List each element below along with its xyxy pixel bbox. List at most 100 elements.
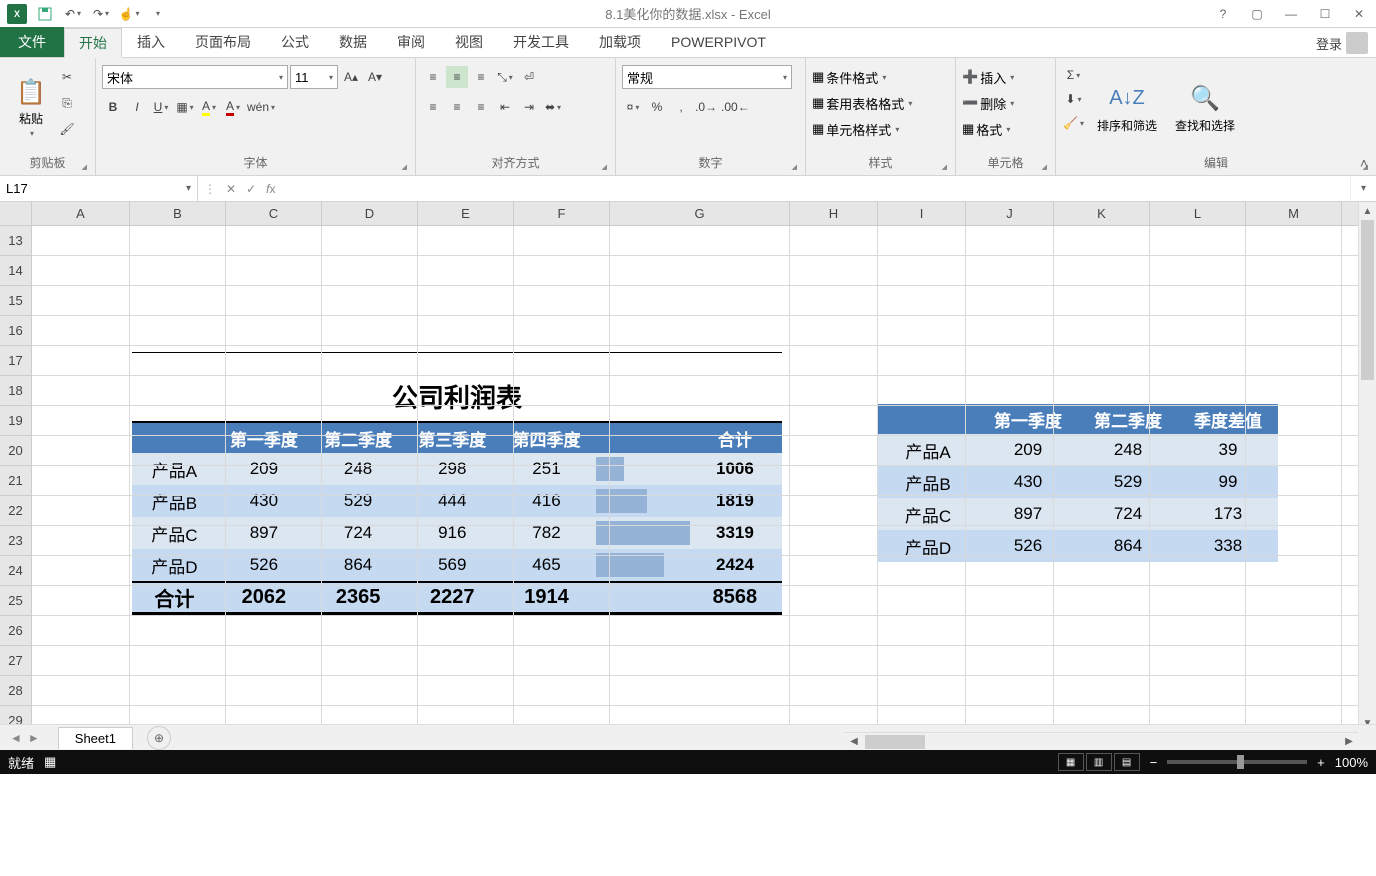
underline-button[interactable]: U▾: [150, 96, 172, 118]
align-bottom-button[interactable]: ≡: [470, 66, 492, 88]
row-header-27[interactable]: 27: [0, 646, 31, 676]
font-size-combo[interactable]: 11▾: [290, 65, 338, 89]
select-all-button[interactable]: [0, 202, 32, 226]
fill-button[interactable]: ⬇▾: [1062, 88, 1085, 110]
align-left-button[interactable]: ≡: [422, 96, 444, 118]
undo-button[interactable]: ↶▾: [60, 2, 86, 26]
zoom-thumb[interactable]: [1237, 755, 1244, 769]
row-header-18[interactable]: 18: [0, 376, 31, 406]
autosum-button[interactable]: Σ▾: [1062, 64, 1085, 86]
align-top-button[interactable]: ≡: [422, 66, 444, 88]
insert-cells-button[interactable]: ➕ 插入▾: [962, 64, 1049, 90]
add-sheet-button[interactable]: ⊕: [147, 726, 171, 750]
table-format-button[interactable]: ▦ 套用表格格式▾: [812, 90, 949, 116]
font-name-combo[interactable]: 宋体▾: [102, 65, 288, 89]
zoom-in-button[interactable]: +: [1317, 755, 1325, 770]
row-header-14[interactable]: 14: [0, 256, 31, 286]
row-header-23[interactable]: 23: [0, 526, 31, 556]
tab-powerpivot[interactable]: POWERPIVOT: [656, 27, 781, 57]
merge-button[interactable]: ⬌▾: [542, 96, 564, 118]
tab-insert[interactable]: 插入: [122, 27, 180, 57]
cancel-icon[interactable]: ✕: [226, 182, 236, 196]
close-button[interactable]: ✕: [1342, 0, 1376, 28]
percent-button[interactable]: %: [646, 96, 668, 118]
tab-layout[interactable]: 页面布局: [180, 27, 266, 57]
tab-formula[interactable]: 公式: [266, 27, 324, 57]
horizontal-scrollbar[interactable]: ◀ ▶: [845, 732, 1358, 750]
row-header-28[interactable]: 28: [0, 676, 31, 706]
delete-cells-button[interactable]: ➖ 删除▾: [962, 90, 1049, 116]
touch-mode-button[interactable]: ☝▾: [116, 2, 142, 26]
tab-view[interactable]: 视图: [440, 27, 498, 57]
vertical-scrollbar[interactable]: ▲ ▼: [1358, 202, 1376, 732]
normal-view-button[interactable]: ▦: [1058, 753, 1084, 771]
row-header-17[interactable]: 17: [0, 346, 31, 376]
column-headers[interactable]: ABCDEFGHIJKLM: [32, 202, 1358, 226]
col-header-B[interactable]: B: [130, 202, 226, 225]
qat-customize[interactable]: ▾: [144, 2, 170, 26]
row-header-20[interactable]: 20: [0, 436, 31, 466]
paste-button[interactable]: 📋 粘贴▾: [6, 62, 56, 152]
col-header-C[interactable]: C: [226, 202, 322, 225]
row-header-25[interactable]: 25: [0, 586, 31, 616]
phonetic-button[interactable]: wén▾: [246, 96, 276, 118]
comma-button[interactable]: ,: [670, 96, 692, 118]
clear-button[interactable]: 🧹▾: [1062, 112, 1085, 134]
italic-button[interactable]: I: [126, 96, 148, 118]
orientation-button[interactable]: ⤡▾: [494, 66, 516, 88]
border-button[interactable]: ▦▾: [174, 96, 196, 118]
scroll-up-button[interactable]: ▲: [1359, 202, 1376, 220]
col-header-E[interactable]: E: [418, 202, 514, 225]
inc-decimal-button[interactable]: .0→: [694, 96, 718, 118]
row-header-22[interactable]: 22: [0, 496, 31, 526]
cells-area[interactable]: 公司利润表 第一季度第二季度第三季度第四季度合计 产品A209248298251…: [32, 226, 1358, 732]
zoom-out-button[interactable]: −: [1150, 755, 1158, 770]
sheet-nav[interactable]: ◄►: [0, 731, 50, 745]
col-header-H[interactable]: H: [790, 202, 878, 225]
save-button[interactable]: [32, 2, 58, 26]
col-header-D[interactable]: D: [322, 202, 418, 225]
number-format-combo[interactable]: 常规▾: [622, 65, 792, 89]
redo-button[interactable]: ↷▾: [88, 2, 114, 26]
col-header-M[interactable]: M: [1246, 202, 1342, 225]
zoom-slider[interactable]: [1167, 760, 1307, 764]
login-area[interactable]: 登录: [1316, 32, 1368, 54]
dec-decimal-button[interactable]: .00←: [720, 96, 751, 118]
expand-formula-button[interactable]: ▾: [1350, 176, 1376, 201]
row-header-19[interactable]: 19: [0, 406, 31, 436]
find-select-button[interactable]: 🔍 查找和选择: [1169, 64, 1241, 152]
tab-review[interactable]: 审阅: [382, 27, 440, 57]
fill-color-button[interactable]: A▾: [198, 96, 220, 118]
fx-icon[interactable]: fx: [266, 182, 275, 196]
align-center-button[interactable]: ≡: [446, 96, 468, 118]
row-header-21[interactable]: 21: [0, 466, 31, 496]
maximize-button[interactable]: ☐: [1308, 0, 1342, 28]
formula-input-area[interactable]: ⋮ ✕ ✓ fx: [198, 176, 1350, 201]
name-box[interactable]: L17▾: [0, 176, 198, 201]
tab-home[interactable]: 开始: [64, 28, 122, 58]
tab-dev[interactable]: 开发工具: [498, 27, 584, 57]
currency-button[interactable]: ¤▾: [622, 96, 644, 118]
decrease-font-button[interactable]: A▾: [364, 66, 386, 88]
col-header-K[interactable]: K: [1054, 202, 1150, 225]
row-header-15[interactable]: 15: [0, 286, 31, 316]
macro-icon[interactable]: ▦: [44, 754, 56, 770]
sort-filter-button[interactable]: A↓Z 排序和筛选: [1091, 64, 1163, 152]
collapse-ribbon-button[interactable]: ˄: [1360, 155, 1368, 171]
cell-style-button[interactable]: ▦ 单元格样式▾: [812, 116, 949, 142]
col-header-F[interactable]: F: [514, 202, 610, 225]
zoom-level[interactable]: 100%: [1335, 755, 1368, 770]
page-break-view-button[interactable]: ▤: [1114, 753, 1140, 771]
help-button[interactable]: ?: [1206, 0, 1240, 28]
align-right-button[interactable]: ≡: [470, 96, 492, 118]
row-header-24[interactable]: 24: [0, 556, 31, 586]
font-color-button[interactable]: A▾: [222, 96, 244, 118]
minimize-button[interactable]: —: [1274, 0, 1308, 28]
col-header-L[interactable]: L: [1150, 202, 1246, 225]
vscroll-thumb[interactable]: [1361, 220, 1374, 380]
row-headers[interactable]: 1314151617181920212223242526272829: [0, 226, 32, 732]
col-header-A[interactable]: A: [32, 202, 130, 225]
spreadsheet-grid[interactable]: ABCDEFGHIJKLM 13141516171819202122232425…: [0, 202, 1376, 750]
ribbon-options-button[interactable]: ▢: [1240, 0, 1274, 28]
indent-inc-button[interactable]: ⇥: [518, 96, 540, 118]
